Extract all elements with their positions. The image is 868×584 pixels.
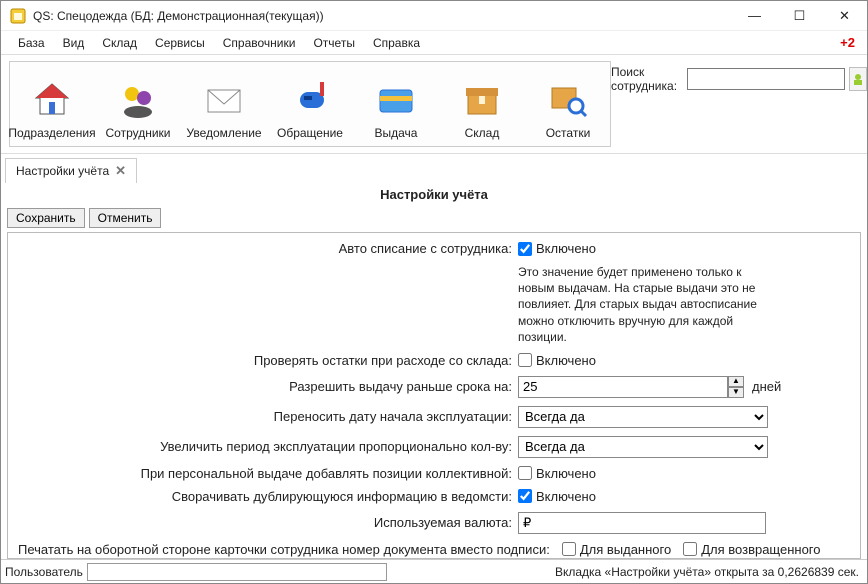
toolbar-stock[interactable]: Склад (440, 64, 524, 144)
label-auto-writeoff: Авто списание с сотрудника: (18, 241, 518, 256)
checkbox-add-collective[interactable]: Включено (518, 466, 596, 481)
menu-stock[interactable]: Склад (93, 33, 146, 53)
action-buttons: Сохранить Отменить (7, 206, 861, 232)
checkbox-check-stock-input[interactable] (518, 353, 532, 367)
spinner-down[interactable]: ▼ (728, 387, 744, 398)
search-input[interactable] (687, 68, 845, 90)
form-panel: Авто списание с сотрудника: Включено Это… (7, 232, 861, 559)
label-add-collective: При персональной выдаче добавлять позици… (18, 466, 518, 481)
auto-writeoff-note: Это значение будет применено только к но… (518, 264, 763, 345)
maximize-button[interactable]: ☐ (777, 1, 822, 31)
person-search-icon (851, 72, 865, 86)
plus-indicator[interactable]: +2 (840, 35, 859, 50)
tab-close-icon[interactable]: ✕ (115, 163, 126, 179)
menu-view[interactable]: Вид (54, 33, 94, 53)
label-extend-period: Увеличить период эксплуатации пропорцион… (18, 439, 518, 454)
minimize-button[interactable]: — (732, 1, 777, 31)
content: Настройки учёта Сохранить Отменить Авто … (1, 183, 867, 559)
menu-reports[interactable]: Отчеты (304, 33, 363, 53)
toolbar-departments[interactable]: Подразделения (10, 64, 94, 144)
menu-services[interactable]: Сервисы (146, 33, 214, 53)
home-icon (32, 78, 72, 122)
search-label: Поиск сотрудника: (611, 65, 683, 93)
status-user-label: Пользователь (5, 565, 83, 579)
menu-directories[interactable]: Справочники (214, 33, 305, 53)
box-search-icon (548, 78, 588, 122)
tab-settings[interactable]: Настройки учёта ✕ (5, 158, 137, 183)
unit-days: дней (752, 379, 781, 394)
checkbox-print-returned[interactable]: Для возвращенного (683, 542, 820, 557)
toolbar-row: Подразделения Сотрудники Уведомление Обр… (1, 55, 867, 154)
toolbar-issue[interactable]: Выдача (354, 64, 438, 144)
label-check-stock: Проверять остатки при расходе со склада: (18, 353, 518, 368)
statusbar: Пользователь Вкладка «Настройки учёта» о… (1, 559, 867, 583)
toolbar-notification[interactable]: Уведомление (182, 64, 266, 144)
mailbox-icon (290, 78, 330, 122)
people-icon (118, 78, 158, 122)
box-icon (464, 78, 500, 122)
save-button[interactable]: Сохранить (7, 208, 85, 228)
checkbox-print-issued-input[interactable] (562, 542, 576, 556)
spinner-allow-early: ▲ ▼ (728, 376, 744, 398)
page-title: Настройки учёта (7, 183, 861, 206)
label-collapse-dup: Сворачивать дублирующуюся информацию в в… (18, 489, 518, 504)
checkbox-check-stock[interactable]: Включено (518, 353, 596, 368)
status-right: Вкладка «Настройки учёта» открыта за 0,2… (555, 565, 867, 579)
label-currency: Используемая валюта: (18, 515, 518, 530)
select-extend-period[interactable]: Всегда да (518, 436, 768, 458)
input-allow-early-days[interactable] (518, 376, 728, 398)
label-shift-date: Переносить дату начала эксплуатации: (18, 409, 518, 424)
menubar: База Вид Склад Сервисы Справочники Отчет… (1, 31, 867, 55)
close-button[interactable]: ✕ (822, 1, 867, 31)
select-shift-date[interactable]: Всегда да (518, 406, 768, 428)
checkbox-collapse-dup[interactable]: Включено (518, 489, 596, 504)
cancel-button[interactable]: Отменить (89, 208, 162, 228)
envelope-icon (204, 78, 244, 122)
window-title: QS: Спецодежда (БД: Демонстрационная(тек… (33, 9, 732, 23)
label-print-back: Печатать на оборотной стороне карточки с… (18, 542, 550, 557)
checkbox-print-returned-input[interactable] (683, 542, 697, 556)
menu-database[interactable]: База (9, 33, 54, 53)
checkbox-auto-writeoff[interactable]: Включено (518, 241, 596, 256)
checkbox-print-issued[interactable]: Для выданного (562, 542, 671, 557)
spinner-up[interactable]: ▲ (728, 376, 744, 387)
status-user-input[interactable] (87, 563, 387, 581)
menu-help[interactable]: Справка (364, 33, 429, 53)
tabs: Настройки учёта ✕ (1, 154, 867, 183)
checkbox-collapse-dup-input[interactable] (518, 489, 532, 503)
app-icon (9, 7, 27, 25)
toolbar-employees[interactable]: Сотрудники (96, 64, 180, 144)
label-allow-early: Разрешить выдачу раньше срока на: (18, 379, 518, 394)
toolbar-remains[interactable]: Остатки (526, 64, 610, 144)
search-employee-block: Поиск сотрудника: (611, 61, 867, 93)
checkbox-add-collective-input[interactable] (518, 466, 532, 480)
search-button[interactable] (849, 67, 867, 91)
tab-label: Настройки учёта (16, 164, 109, 178)
checkbox-auto-writeoff-input[interactable] (518, 242, 532, 256)
titlebar: QS: Спецодежда (БД: Демонстрационная(тек… (1, 1, 867, 31)
input-currency[interactable] (518, 512, 766, 534)
main-toolbar: Подразделения Сотрудники Уведомление Обр… (9, 61, 611, 147)
card-icon (376, 78, 416, 122)
toolbar-appeal[interactable]: Обращение (268, 64, 352, 144)
